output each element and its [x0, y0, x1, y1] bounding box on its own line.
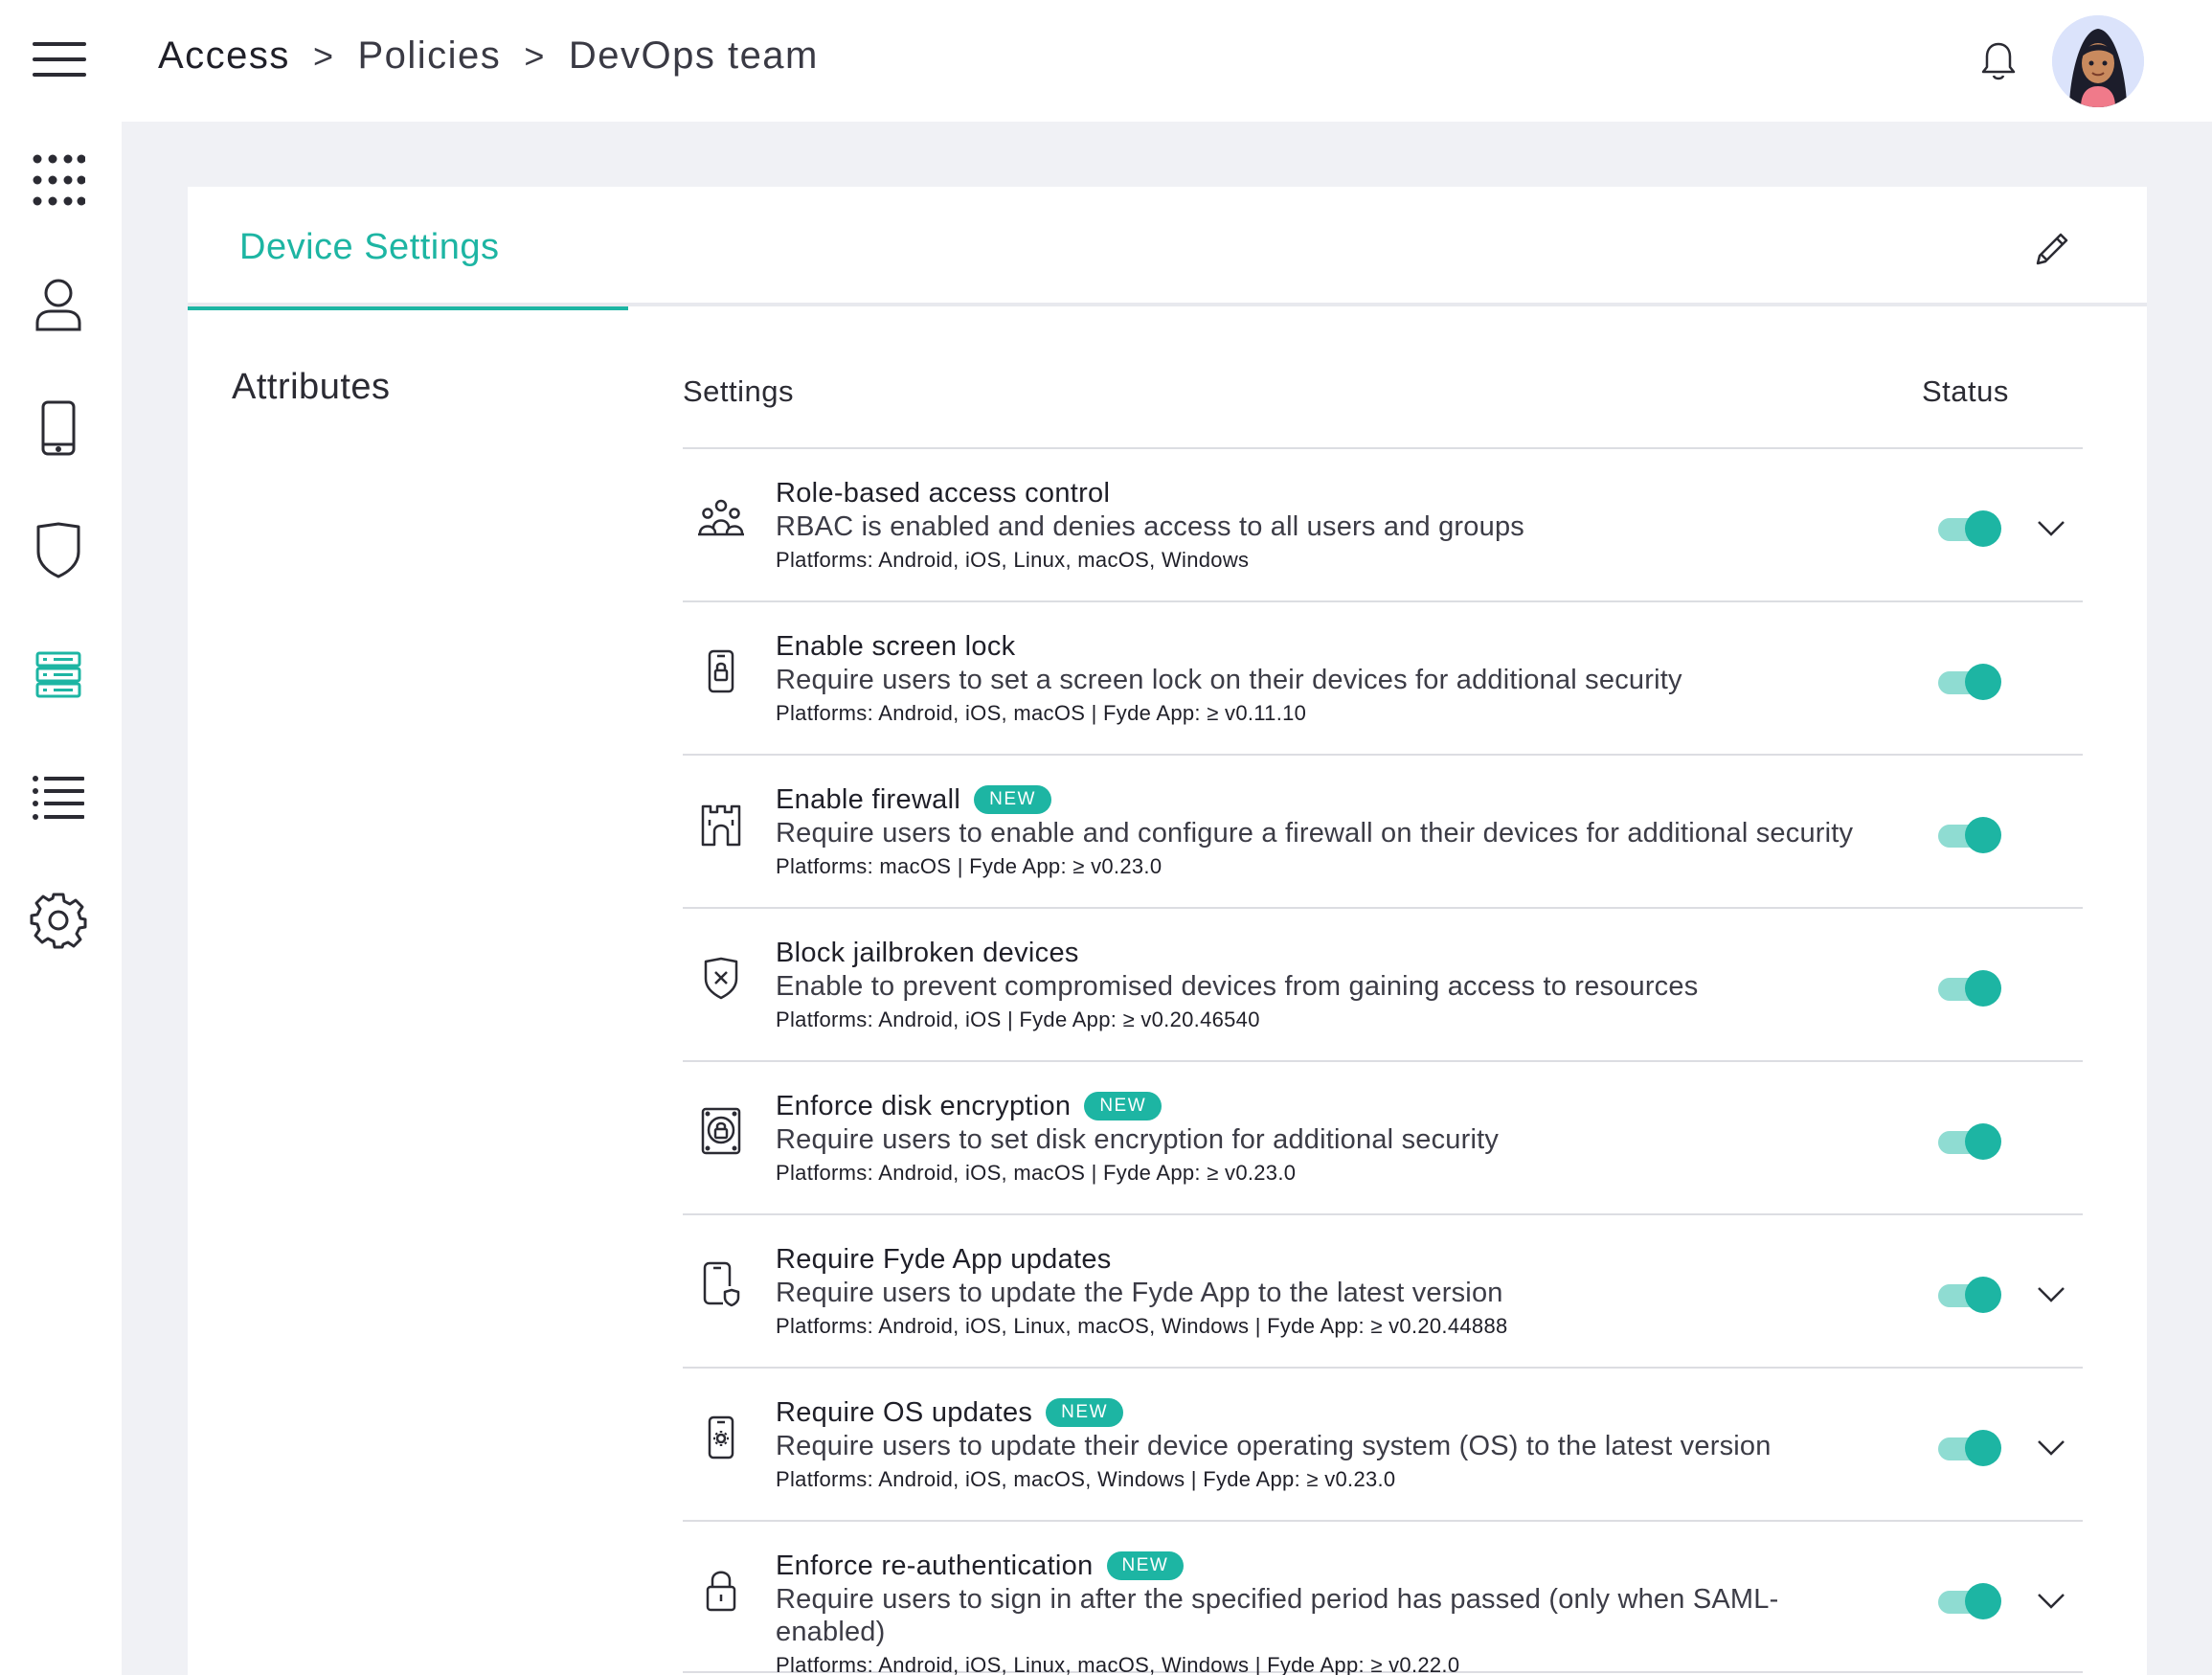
list-icon[interactable]: [29, 768, 88, 827]
chevron-down-icon[interactable]: [2035, 1279, 2067, 1311]
chevron-down-icon[interactable]: [2035, 512, 2067, 545]
breadcrumb-current: DevOps team: [568, 34, 819, 77]
user-icon[interactable]: [29, 275, 88, 334]
setting-row-os-updates: Require OS updates NEW Require users to u…: [683, 1367, 2083, 1520]
device-settings-card: Device Settings Attributes Settings Stat…: [188, 187, 2147, 1675]
apps-grid-icon[interactable]: [29, 150, 88, 210]
setting-platforms: Platforms: Android, iOS, macOS, Windows …: [776, 1467, 1396, 1491]
mobile-device-icon[interactable]: [29, 398, 88, 458]
setting-description: Require users to update the Fyde App to …: [776, 1278, 1503, 1308]
setting-description: Enable to prevent compromised devices fr…: [776, 971, 1699, 1002]
status-toggle[interactable]: [1938, 510, 2001, 547]
phone-lock-icon: [694, 645, 748, 698]
edit-pencil-icon[interactable]: [2032, 227, 2074, 269]
firewall-icon: [694, 798, 748, 851]
setting-title: Block jailbroken devices: [776, 938, 1079, 968]
setting-description: Require users to sign in after the speci…: [776, 1584, 1779, 1647]
breadcrumb-policies[interactable]: Policies: [357, 34, 501, 78]
setting-platforms: Platforms: Android, iOS, macOS | Fyde Ap…: [776, 1161, 1297, 1185]
tab-device-settings[interactable]: Device Settings: [188, 187, 628, 310]
setting-platforms: Platforms: Android, iOS | Fyde App: ≥ v0…: [776, 1007, 1260, 1031]
shield-icon[interactable]: [29, 520, 88, 579]
setting-row-rbac: Role-based access control RBAC is enable…: [683, 447, 2083, 600]
setting-row-firewall: Enable firewall NEW Require users to enab…: [683, 754, 2083, 907]
padlock-icon: [694, 1564, 748, 1618]
setting-row-screen-lock: Enable screen lock Require users to set …: [683, 600, 2083, 754]
setting-title: Enforce re-authentication: [776, 1551, 1094, 1581]
disk-lock-icon: [694, 1104, 748, 1158]
setting-description: Require users to set disk encryption for…: [776, 1124, 1500, 1155]
status-toggle[interactable]: [1938, 817, 2001, 853]
column-header-status: Status: [1922, 374, 2009, 408]
setting-row-reauthentication: Enforce re-authentication NEW Require use…: [683, 1520, 2083, 1675]
setting-platforms: Platforms: macOS | Fyde App: ≥ v0.23.0: [776, 854, 1162, 878]
status-toggle[interactable]: [1938, 1583, 2001, 1619]
setting-title: Require OS updates: [776, 1397, 1033, 1428]
setting-description: Require users to set a screen lock on th…: [776, 665, 1682, 695]
tab-label: Device Settings: [239, 227, 500, 267]
new-badge: NEW: [974, 785, 1051, 814]
setting-title: Require Fyde App updates: [776, 1244, 1112, 1275]
status-toggle[interactable]: [1938, 970, 2001, 1007]
setting-row-jailbroken: Block jailbroken devices Enable to preve…: [683, 907, 2083, 1060]
setting-row-disk-encryption: Enforce disk encryption NEW Require users…: [683, 1060, 2083, 1213]
setting-description: RBAC is enabled and denies access to all…: [776, 511, 1524, 542]
setting-title: Enable screen lock: [776, 631, 1016, 662]
notification-bell-icon[interactable]: [1979, 40, 2018, 82]
server-icon[interactable]: [29, 645, 88, 704]
card-header: Device Settings: [188, 187, 2147, 310]
setting-description: Require users to update their device ope…: [776, 1431, 1772, 1461]
setting-platforms: Platforms: Android, iOS, Linux, macOS, W…: [776, 548, 1250, 572]
chevron-down-icon[interactable]: [2035, 1432, 2067, 1464]
top-bar: Access > Policies > DevOps team: [0, 0, 2212, 122]
setting-title: Enforce disk encryption: [776, 1091, 1072, 1121]
setting-platforms: Platforms: Android, iOS, Linux, macOS, W…: [776, 1653, 1460, 1675]
new-badge: NEW: [1106, 1551, 1185, 1580]
setting-description: Require users to enable and configure a …: [776, 818, 1854, 849]
status-toggle[interactable]: [1938, 664, 2001, 700]
shield-x-icon: [694, 951, 748, 1005]
users-group-icon: [694, 491, 748, 545]
hamburger-menu-icon[interactable]: [33, 42, 86, 77]
setting-title: Role-based access control: [776, 478, 1111, 509]
breadcrumb-separator: >: [312, 35, 335, 76]
chevron-down-icon[interactable]: [2035, 1585, 2067, 1618]
setting-title: Enable firewall: [776, 784, 961, 815]
status-toggle[interactable]: [1938, 1430, 2001, 1466]
settings-list: Role-based access control RBAC is enable…: [683, 447, 2083, 1675]
sidebar: [0, 122, 122, 1675]
gear-icon[interactable]: [29, 891, 88, 950]
new-badge: NEW: [1046, 1398, 1123, 1427]
section-title-attributes: Attributes: [232, 367, 391, 407]
phone-shield-icon: [694, 1257, 748, 1311]
user-avatar[interactable]: [2052, 15, 2144, 107]
new-badge: NEW: [1084, 1092, 1162, 1120]
setting-row-fyde-updates: Require Fyde App updates Require users t…: [683, 1213, 2083, 1367]
phone-gear-icon: [694, 1411, 748, 1464]
setting-platforms: Platforms: Android, iOS, Linux, macOS, W…: [776, 1314, 1508, 1338]
breadcrumb-separator: >: [524, 35, 546, 76]
column-header-settings: Settings: [683, 374, 795, 408]
breadcrumb: Access > Policies > DevOps team: [158, 34, 819, 78]
setting-platforms: Platforms: Android, iOS, macOS | Fyde Ap…: [776, 701, 1307, 725]
status-toggle[interactable]: [1938, 1123, 2001, 1160]
breadcrumb-access[interactable]: Access: [158, 34, 290, 78]
status-toggle[interactable]: [1938, 1277, 2001, 1313]
